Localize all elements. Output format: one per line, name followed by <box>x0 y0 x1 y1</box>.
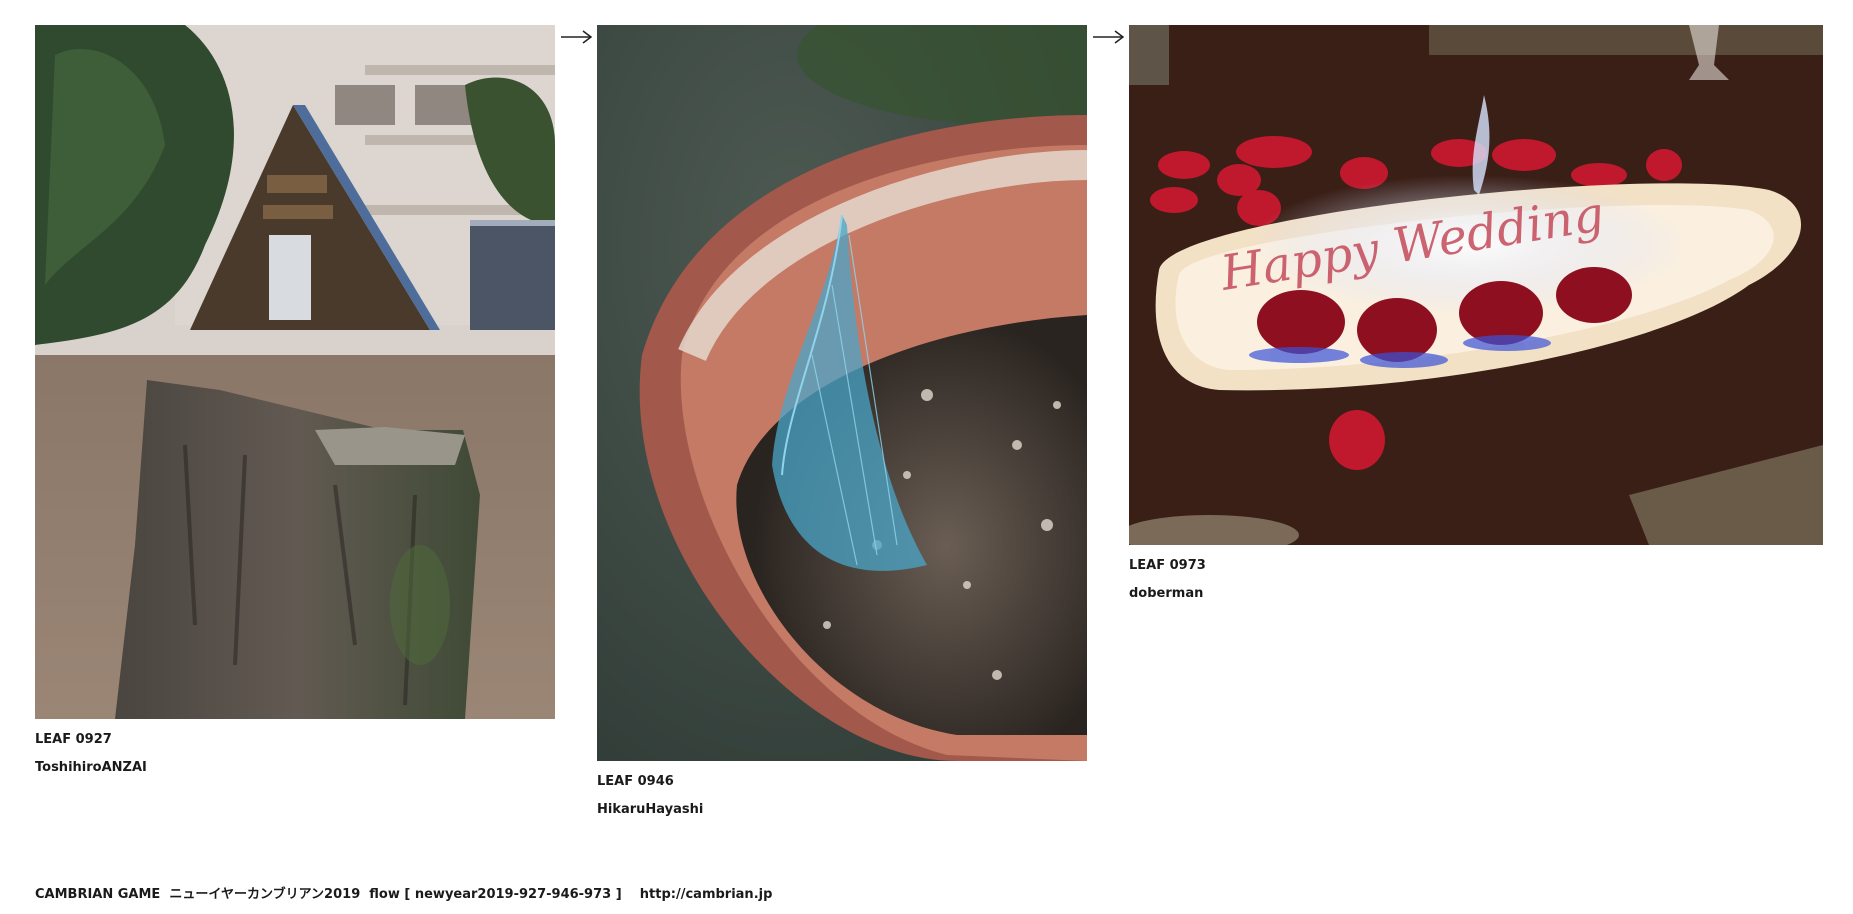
right-arrow-icon <box>1092 29 1126 45</box>
leaf-card-0927: LEAF 0927 ToshihiroANZAI <box>35 25 555 774</box>
leaf-photo-flower-pot[interactable] <box>597 25 1087 761</box>
leaf-card-0946: LEAF 0946 HikaruHayashi <box>597 25 1087 816</box>
leaf-author[interactable]: ToshihiroANZAI <box>35 761 555 774</box>
leaf-author[interactable]: doberman <box>1129 587 1823 600</box>
site-footer: CAMBRIAN GAME ニューイヤーカンブリアン2019 flow [ ne… <box>35 883 772 902</box>
leaf-caption: LEAF 0973 <box>1129 558 1206 573</box>
leaf-photo-wedding-dessert[interactable]: Happy Wedding <box>1129 25 1823 545</box>
footer-link[interactable]: http://cambrian.jp <box>640 887 773 902</box>
leaf-caption: LEAF 0946 <box>597 774 674 789</box>
leaf-caption: LEAF 0927 <box>35 732 112 747</box>
right-arrow-icon <box>560 29 594 45</box>
footer-text: CAMBRIAN GAME ニューイヤーカンブリアン2019 flow [ ne… <box>35 887 640 902</box>
leaf-card-0973: Happy Wedding LEAF 0973 doberman <box>1129 25 1823 600</box>
leaf-author[interactable]: HikaruHayashi <box>597 803 1087 816</box>
leaf-photo-tree-stump-cabin[interactable] <box>35 25 555 719</box>
